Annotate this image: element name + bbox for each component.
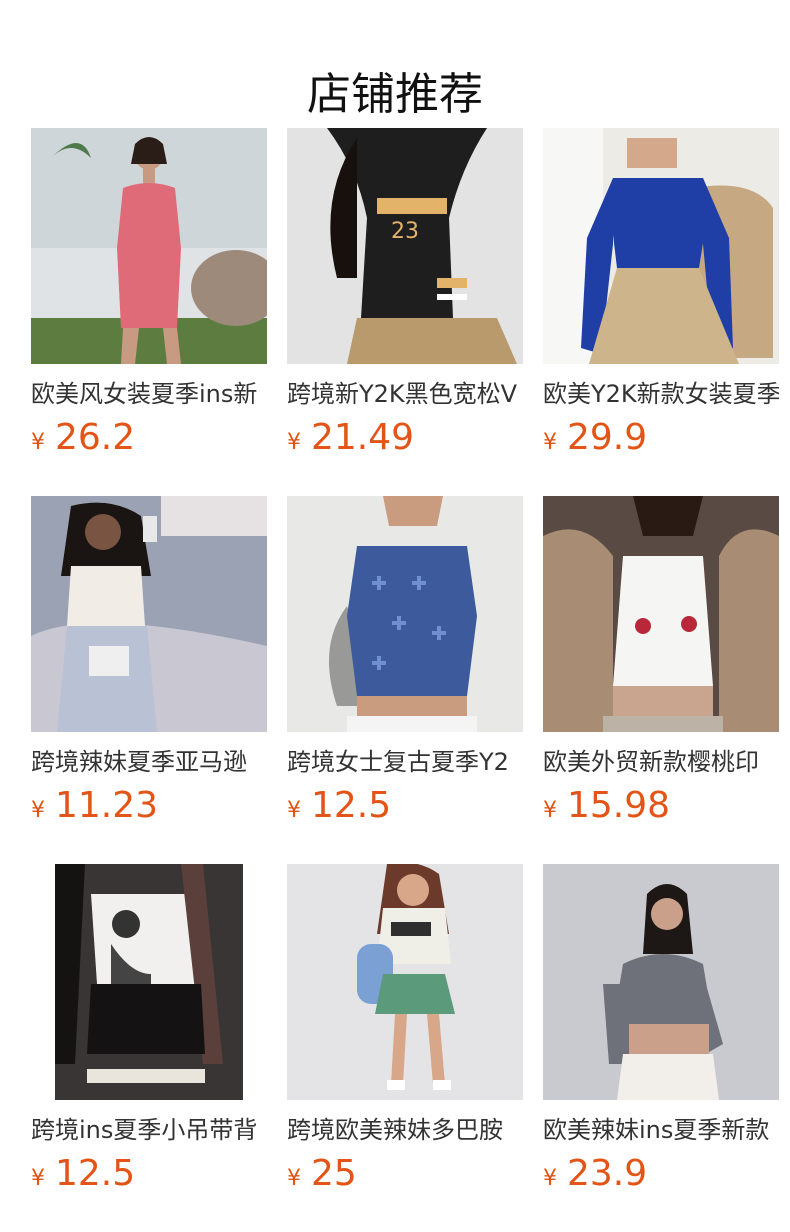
product-image[interactable] — [543, 864, 779, 1100]
currency-symbol: ¥ — [287, 1166, 301, 1191]
currency-symbol: ¥ — [543, 798, 557, 823]
product-price: ¥11.23 — [31, 784, 158, 828]
product-name[interactable]: 跨境ins夏季小吊带背 — [31, 1114, 267, 1146]
product-name[interactable]: 欧美外贸新款樱桃印 — [543, 746, 779, 778]
section-title: 店铺推荐 — [307, 69, 483, 121]
price-value: 21.49 — [311, 417, 415, 458]
product-image[interactable] — [543, 128, 779, 364]
currency-symbol: ¥ — [287, 798, 301, 823]
product-name[interactable]: 欧美辣妹ins夏季新款 — [543, 1114, 779, 1146]
product-name[interactable]: 欧美Y2K新款女装夏季 — [543, 378, 779, 410]
product-image[interactable] — [31, 496, 267, 732]
price-value: 15.98 — [567, 785, 671, 826]
price-value: 25 — [311, 1153, 357, 1194]
product-image[interactable] — [31, 128, 267, 364]
currency-symbol: ¥ — [543, 430, 557, 455]
product-price: ¥23.9 — [543, 1152, 647, 1196]
price-value: 23.9 — [567, 1153, 648, 1194]
product-image[interactable] — [543, 496, 779, 732]
product-price: ¥12.5 — [31, 1152, 135, 1196]
product-price: ¥25 — [287, 1152, 357, 1196]
product-price: ¥15.98 — [543, 784, 670, 828]
currency-symbol: ¥ — [543, 1166, 557, 1191]
product-price: ¥21.49 — [287, 416, 414, 460]
product-image[interactable] — [287, 864, 523, 1100]
product-image[interactable] — [31, 864, 267, 1100]
currency-symbol: ¥ — [31, 430, 45, 455]
currency-symbol: ¥ — [287, 430, 301, 455]
product-name[interactable]: 跨境欧美辣妹多巴胺 — [287, 1114, 523, 1146]
price-value: 12.5 — [55, 1153, 136, 1194]
price-value: 11.23 — [55, 785, 159, 826]
product-name[interactable]: 跨境辣妹夏季亚马逊 — [31, 746, 267, 778]
product-name[interactable]: 跨境女士复古夏季Y2 — [287, 746, 523, 778]
price-value: 29.9 — [567, 417, 648, 458]
product-name[interactable]: 欧美风女装夏季ins新 — [31, 378, 267, 410]
product-price: ¥12.5 — [287, 784, 391, 828]
product-image[interactable]: 23 — [287, 128, 523, 364]
currency-symbol: ¥ — [31, 1166, 45, 1191]
product-image[interactable] — [287, 496, 523, 732]
product-price: ¥26.2 — [31, 416, 135, 460]
price-value: 12.5 — [311, 785, 392, 826]
svg-text:23: 23 — [391, 219, 419, 244]
product-price: ¥29.9 — [543, 416, 647, 460]
product-name[interactable]: 跨境新Y2K黑色宽松V — [287, 378, 523, 410]
currency-symbol: ¥ — [31, 798, 45, 823]
price-value: 26.2 — [55, 417, 136, 458]
